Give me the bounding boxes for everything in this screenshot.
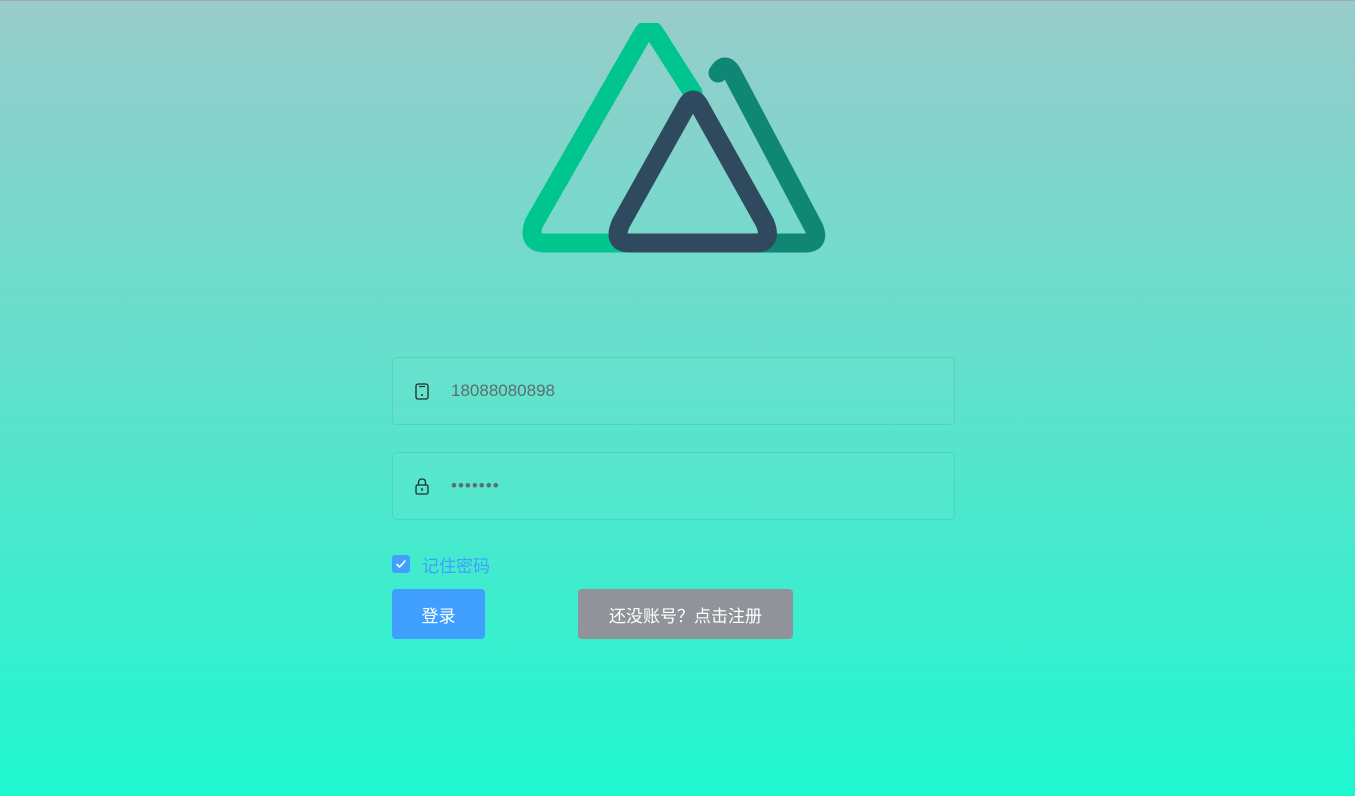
phone-field[interactable] <box>392 357 955 425</box>
remember-password-label: 记住密码 <box>422 556 490 576</box>
login-form: 记住密码 登录 还没账号？点击注册 <box>392 357 955 639</box>
checkbox-checked-icon[interactable] <box>392 555 410 573</box>
lock-icon <box>414 477 430 495</box>
nuxt-logo-icon <box>520 23 830 258</box>
form-actions: 登录 还没账号？点击注册 <box>392 589 955 639</box>
password-input[interactable] <box>451 466 921 506</box>
remember-password-checkbox[interactable]: 记住密码 <box>392 553 955 576</box>
login-button[interactable]: 登录 <box>392 589 485 639</box>
password-field[interactable] <box>392 452 955 520</box>
mobile-phone-icon <box>414 382 430 400</box>
phone-input[interactable] <box>451 371 921 411</box>
register-button[interactable]: 还没账号？点击注册 <box>578 589 793 639</box>
